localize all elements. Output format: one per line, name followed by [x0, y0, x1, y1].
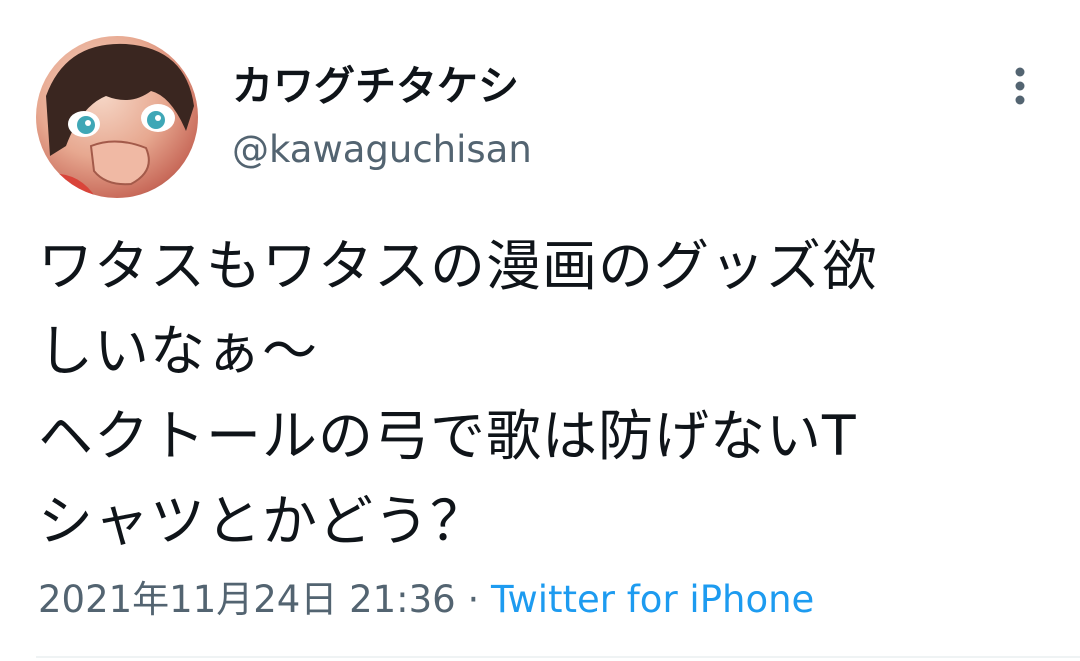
more-vertical-icon [1015, 67, 1025, 105]
avatar[interactable] [36, 36, 198, 198]
tweet-timestamp[interactable]: 2021年11月24日 21:36 [38, 578, 456, 621]
divider [36, 656, 1080, 658]
tweet-meta: 2021年11月24日 21:36 · Twitter for iPhone [38, 574, 814, 626]
tweet-text: ワタスもワタスの漫画のグッズ欲 しいなぁ〜 ヘクトールの弓で歌は防げないT シャ… [38, 234, 879, 553]
user-handle[interactable]: @kawaguchisan [232, 124, 532, 176]
more-options-button[interactable] [1000, 62, 1040, 110]
meta-separator: · [455, 578, 492, 621]
tweet-source-link[interactable]: Twitter for iPhone [491, 578, 814, 621]
avatar-illustration [36, 43, 194, 198]
display-name[interactable]: カワグチタケシ [232, 58, 519, 114]
tweet-card: カワグチタケシ @kawaguchisan ワタスもワタスの漫画のグッズ欲 しい… [0, 0, 1080, 661]
